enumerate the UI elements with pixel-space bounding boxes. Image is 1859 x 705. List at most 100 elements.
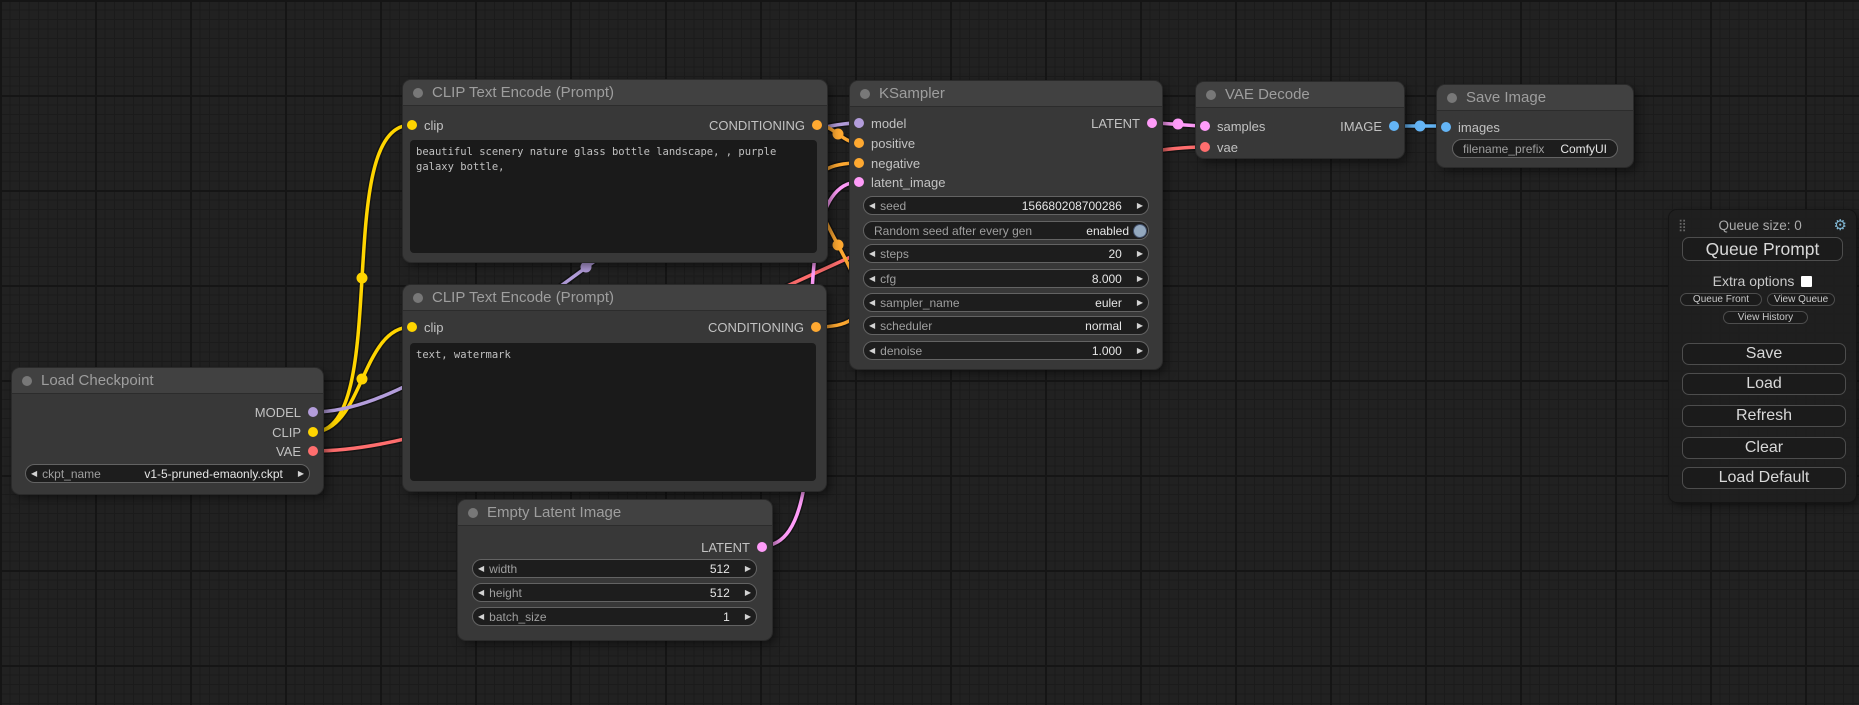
node-save-image[interactable]: Save Image images filename_prefix ComfyU… <box>1437 85 1633 167</box>
negative-prompt-textarea[interactable]: text, watermark <box>410 343 816 481</box>
increment-arrow-icon[interactable]: ▶ <box>1132 249 1148 258</box>
conditioning-slot-dot[interactable] <box>854 158 864 168</box>
increment-arrow-icon[interactable]: ▶ <box>1132 321 1148 330</box>
decrement-arrow-icon[interactable]: ◀ <box>473 564 489 573</box>
widget-denoise[interactable]: ◀ denoise 1.000 ▶ <box>863 341 1149 360</box>
increment-arrow-icon[interactable]: ▶ <box>740 564 756 573</box>
widget-steps[interactable]: ◀ steps 20 ▶ <box>863 244 1149 263</box>
widget-seed[interactable]: ◀ seed 156680208700286 ▶ <box>863 196 1149 215</box>
node-title-bar[interactable]: CLIP Text Encode (Prompt) <box>403 80 827 106</box>
increment-arrow-icon[interactable]: ▶ <box>740 612 756 621</box>
decrement-arrow-icon[interactable]: ◀ <box>864 249 880 258</box>
conditioning-slot-dot[interactable] <box>854 138 864 148</box>
widget-scheduler[interactable]: ◀ scheduler normal ▶ <box>863 316 1149 335</box>
node-title-bar[interactable]: Load Checkpoint <box>12 368 323 394</box>
queue-prompt-button[interactable]: Queue Prompt <box>1682 237 1843 261</box>
input-slot-clip[interactable]: clip <box>407 116 444 134</box>
node-title-bar[interactable]: CLIP Text Encode (Prompt) <box>403 285 826 311</box>
decrement-arrow-icon[interactable]: ◀ <box>473 612 489 621</box>
link-midpoint-dot[interactable] <box>833 129 844 140</box>
clip-slot-dot[interactable] <box>308 427 318 437</box>
output-slot-image[interactable]: IMAGE <box>1340 117 1399 135</box>
node-clip-text-encode-positive[interactable]: CLIP Text Encode (Prompt) clip CONDITION… <box>403 80 827 262</box>
input-slot-model[interactable]: model <box>854 114 906 132</box>
widget-height[interactable]: ◀ height 512 ▶ <box>472 583 757 602</box>
decrement-arrow-icon[interactable]: ◀ <box>864 321 880 330</box>
queue-front-button[interactable]: Queue Front <box>1680 293 1762 306</box>
latent-slot-dot[interactable] <box>1147 118 1157 128</box>
input-slot-clip[interactable]: clip <box>407 318 444 336</box>
collapse-dot-icon[interactable] <box>860 89 870 99</box>
collapse-dot-icon[interactable] <box>22 376 32 386</box>
widget-width[interactable]: ◀ width 512 ▶ <box>472 559 757 578</box>
collapse-dot-icon[interactable] <box>1447 93 1457 103</box>
model-slot-dot[interactable] <box>854 118 864 128</box>
input-slot-samples[interactable]: samples <box>1200 117 1265 135</box>
link-midpoint-dot[interactable] <box>581 262 592 273</box>
input-slot-vae[interactable]: vae <box>1200 138 1238 156</box>
output-slot-conditioning[interactable]: CONDITIONING <box>708 318 821 336</box>
collapse-dot-icon[interactable] <box>468 508 478 518</box>
load-button[interactable]: Load <box>1682 373 1846 395</box>
load-default-button[interactable]: Load Default <box>1682 467 1846 489</box>
decrement-arrow-icon[interactable]: ◀ <box>864 201 880 210</box>
positive-prompt-textarea[interactable]: beautiful scenery nature glass bottle la… <box>410 140 817 253</box>
node-title-bar[interactable]: KSampler <box>850 81 1162 107</box>
decrement-arrow-icon[interactable]: ◀ <box>864 346 880 355</box>
widget-sampler-name[interactable]: ◀ sampler_name euler ▶ <box>863 293 1149 312</box>
input-slot-images[interactable]: images <box>1441 118 1500 136</box>
input-slot-negative[interactable]: negative <box>854 154 920 172</box>
decrement-arrow-icon[interactable]: ◀ <box>864 298 880 307</box>
node-ksampler[interactable]: KSampler model positive negative latent_… <box>850 81 1162 369</box>
clip-slot-dot[interactable] <box>407 120 417 130</box>
vae-slot-dot[interactable] <box>308 446 318 456</box>
model-slot-dot[interactable] <box>308 407 318 417</box>
node-clip-text-encode-negative[interactable]: CLIP Text Encode (Prompt) clip CONDITION… <box>403 285 826 491</box>
input-slot-latent-image[interactable]: latent_image <box>854 173 945 191</box>
node-title-bar[interactable]: Empty Latent Image <box>458 500 772 526</box>
image-slot-dot[interactable] <box>1441 122 1451 132</box>
decrement-arrow-icon[interactable]: ◀ <box>473 588 489 597</box>
link-midpoint-dot[interactable] <box>833 240 844 251</box>
clear-button[interactable]: Clear <box>1682 437 1846 459</box>
latent-slot-dot[interactable] <box>854 177 864 187</box>
widget-ckpt-name[interactable]: ◀ ckpt_name v1-5-pruned-emaonly.ckpt ▶ <box>25 464 310 483</box>
latent-slot-dot[interactable] <box>1200 121 1210 131</box>
toggle-knob[interactable] <box>1133 224 1147 238</box>
save-button[interactable]: Save <box>1682 343 1846 365</box>
vae-slot-dot[interactable] <box>1200 142 1210 152</box>
view-history-button[interactable]: View History <box>1723 311 1808 324</box>
link-midpoint-dot[interactable] <box>357 374 368 385</box>
output-slot-model[interactable]: MODEL <box>255 403 318 421</box>
drag-handle-icon[interactable]: ⣿ <box>1678 218 1687 232</box>
increment-arrow-icon[interactable]: ▶ <box>1132 346 1148 355</box>
decrement-arrow-icon[interactable]: ◀ <box>864 274 880 283</box>
refresh-button[interactable]: Refresh <box>1682 405 1846 427</box>
link-midpoint-dot[interactable] <box>357 273 368 284</box>
output-slot-latent[interactable]: LATENT <box>701 538 767 556</box>
clip-slot-dot[interactable] <box>407 322 417 332</box>
image-slot-dot[interactable] <box>1389 121 1399 131</box>
node-empty-latent-image[interactable]: Empty Latent Image LATENT ◀ width 512 ▶ … <box>458 500 772 640</box>
widget-random-seed-toggle[interactable]: Random seed after every gen enabled <box>863 221 1149 240</box>
node-graph-canvas[interactable]: Load Checkpoint MODEL CLIP VAE ◀ ckpt_na… <box>0 0 1859 705</box>
widget-batch-size[interactable]: ◀ batch_size 1 ▶ <box>472 607 757 626</box>
collapse-dot-icon[interactable] <box>1206 90 1216 100</box>
increment-arrow-icon[interactable]: ▶ <box>293 469 309 478</box>
input-slot-positive[interactable]: positive <box>854 134 915 152</box>
node-load-checkpoint[interactable]: Load Checkpoint MODEL CLIP VAE ◀ ckpt_na… <box>12 368 323 494</box>
increment-arrow-icon[interactable]: ▶ <box>1132 298 1148 307</box>
output-slot-vae[interactable]: VAE <box>276 442 318 460</box>
extra-options-checkbox[interactable] <box>1801 276 1812 287</box>
increment-arrow-icon[interactable]: ▶ <box>1132 274 1148 283</box>
widget-cfg[interactable]: ◀ cfg 8.000 ▶ <box>863 269 1149 288</box>
increment-arrow-icon[interactable]: ▶ <box>1132 201 1148 210</box>
settings-gear-icon[interactable]: ⚙ <box>1834 216 1847 234</box>
collapse-dot-icon[interactable] <box>413 88 423 98</box>
latent-slot-dot[interactable] <box>757 542 767 552</box>
output-slot-clip[interactable]: CLIP <box>272 423 318 441</box>
link-midpoint-dot[interactable] <box>1415 121 1426 132</box>
decrement-arrow-icon[interactable]: ◀ <box>26 469 42 478</box>
output-slot-conditioning[interactable]: CONDITIONING <box>709 116 822 134</box>
increment-arrow-icon[interactable]: ▶ <box>740 588 756 597</box>
